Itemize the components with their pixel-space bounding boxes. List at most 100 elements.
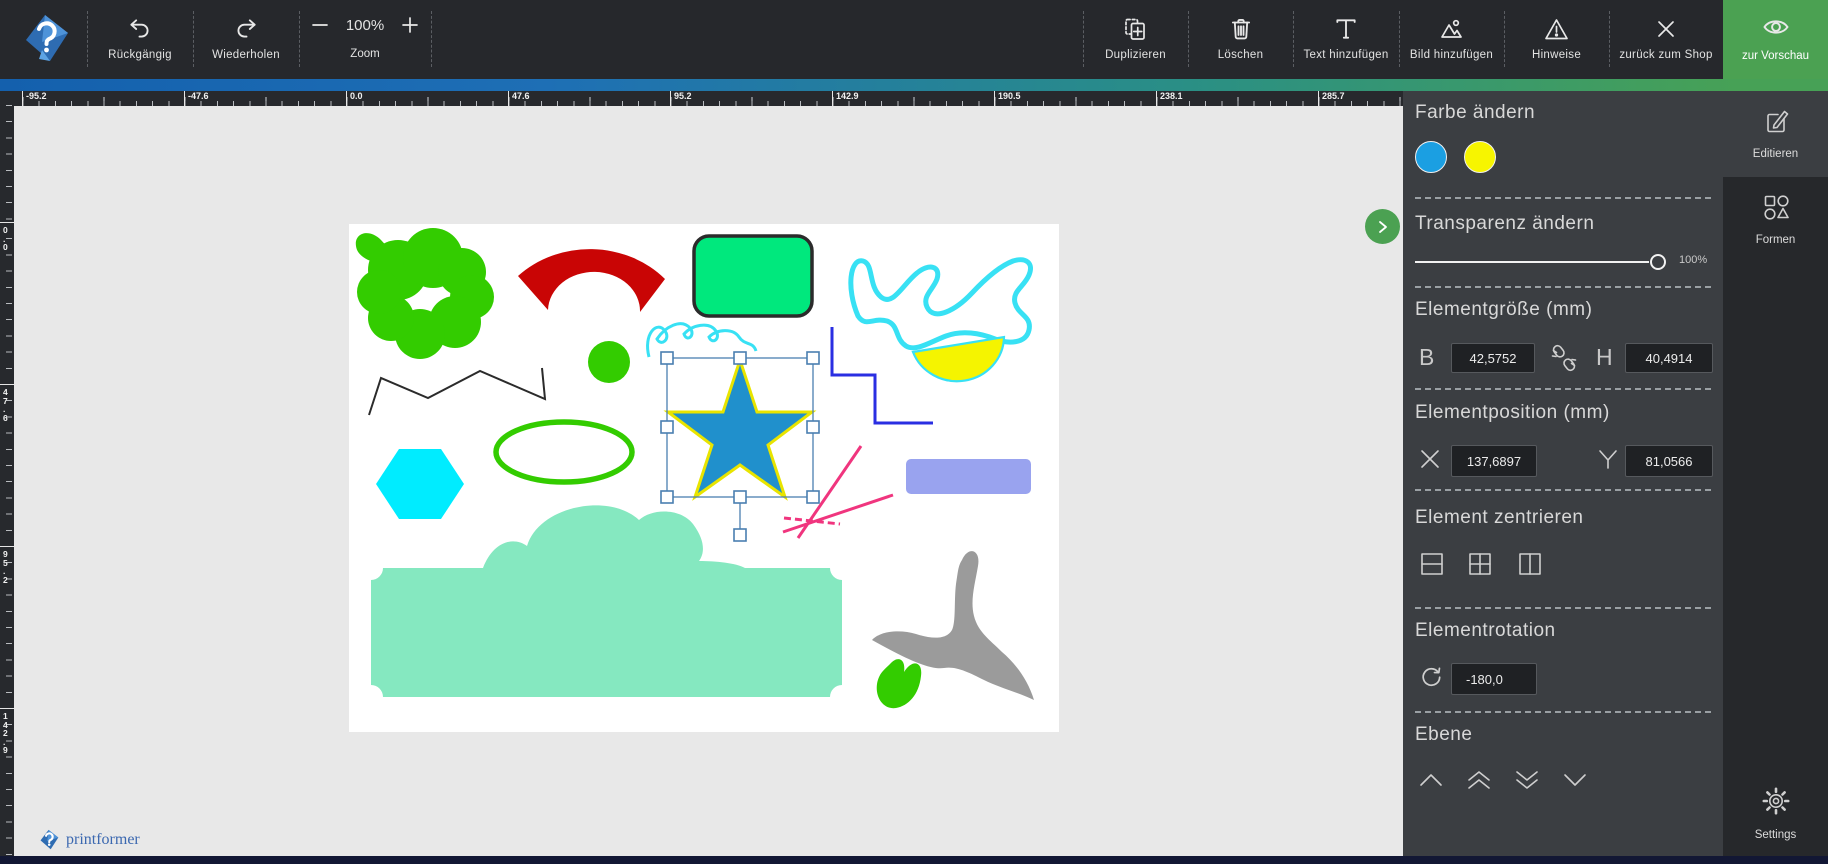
shapes-icon (1762, 193, 1790, 226)
center-horizontal-icon[interactable] (1419, 551, 1445, 582)
shape-rounded-rect[interactable] (694, 236, 812, 316)
toolbar-divider (431, 11, 432, 67)
separator (1415, 607, 1711, 609)
height-input[interactable] (1625, 343, 1713, 373)
delete-label: Löschen (1218, 49, 1264, 61)
separator (1415, 197, 1711, 199)
edit-icon (1762, 107, 1790, 140)
delete-button[interactable]: Löschen (1188, 0, 1293, 79)
redo-label: Wiederholen (212, 49, 280, 61)
zoom-in-button[interactable] (399, 14, 421, 41)
preview-button[interactable]: zur Vorschau (1723, 0, 1828, 79)
undo-icon (127, 13, 153, 45)
rotation-input[interactable] (1451, 663, 1537, 695)
layer-panel-title: Ebene (1415, 724, 1472, 746)
right-tab-bar: Editieren Formen (1723, 91, 1828, 856)
tab-shapes[interactable]: Formen (1723, 177, 1828, 263)
duplicate-button[interactable]: Duplizieren (1083, 0, 1188, 79)
brand-name: printformer (66, 831, 140, 849)
h-ruler-label: 47.6 (508, 91, 530, 106)
shapes-layer (344, 214, 1064, 742)
h-ruler-label: 95.2 (670, 91, 692, 106)
back-to-shop-button[interactable]: zurück zum Shop (1609, 0, 1723, 79)
width-letter: B (1419, 344, 1434, 371)
add-image-button[interactable]: Bild hinzufügen (1399, 0, 1504, 79)
v-ruler-tick (0, 384, 14, 385)
transparency-slider-track[interactable] (1415, 261, 1649, 263)
shape-lavender-rect[interactable] (906, 459, 1031, 494)
layer-backward-icon[interactable] (1513, 769, 1541, 796)
shape-red-fan[interactable] (518, 249, 665, 312)
printformer-logo-icon[interactable] (20, 12, 72, 66)
add-text-label: Text hinzufügen (1303, 49, 1388, 61)
center-vertical-icon[interactable] (1517, 551, 1543, 582)
h-ruler-label: -95.2 (22, 91, 47, 106)
h-ruler-label: 285.7 (1318, 91, 1345, 106)
shape-blue-star-selected[interactable] (668, 360, 812, 497)
color-panel-title: Farbe ändern (1415, 102, 1535, 124)
image-icon (1438, 13, 1465, 45)
top-toolbar: Rückgängig Wiederholen 100% Zoom (0, 0, 1828, 79)
shape-green-leaf[interactable] (877, 659, 922, 708)
canvas-area[interactable] (14, 106, 1403, 856)
separator (1415, 711, 1711, 713)
add-image-label: Bild hinzufügen (1410, 49, 1493, 61)
zoom-controls: 100% Zoom (299, 0, 431, 79)
v-ruler-label: 1 4 2 . 9 (3, 712, 8, 755)
color-swatch-yellow[interactable] (1464, 141, 1496, 173)
hints-button[interactable]: Hinweise (1504, 0, 1609, 79)
position-y-input[interactable] (1625, 445, 1713, 477)
accent-gradient-bar (0, 79, 1828, 91)
layer-forward-icon[interactable] (1465, 769, 1493, 796)
tab-shapes-label: Formen (1756, 234, 1796, 246)
shape-green-circle[interactable] (588, 341, 630, 383)
color-swatch-blue[interactable] (1415, 141, 1447, 173)
text-icon (1333, 13, 1359, 45)
link-broken-icon[interactable] (1549, 342, 1579, 379)
layer-to-front-icon[interactable] (1417, 769, 1445, 796)
layer-to-back-icon[interactable] (1561, 769, 1589, 796)
h-ruler-label: 190.5 (994, 91, 1021, 106)
rotation-handle (734, 529, 746, 541)
sidebar-collapse-button[interactable] (1365, 209, 1400, 244)
shape-green-ellipse[interactable] (496, 422, 632, 482)
horizontal-ruler: -95.2 -47.6 0.0 47.6 95.2 142.9 190.5 238.1 285.… (14, 91, 1403, 106)
separator (1415, 388, 1711, 390)
center-both-icon[interactable] (1467, 551, 1493, 582)
eye-icon (1761, 13, 1791, 46)
h-ruler-label: 142.9 (832, 91, 859, 106)
preview-label: zur Vorschau (1742, 50, 1809, 62)
rotate-icon[interactable] (1418, 664, 1444, 695)
position-x-input[interactable] (1451, 445, 1537, 477)
tab-settings-label: Settings (1755, 829, 1797, 841)
transparency-value: 100% (1679, 254, 1707, 266)
shape-blue-elbow-line[interactable] (832, 327, 933, 423)
trash-icon (1228, 13, 1254, 45)
tab-edit-label: Editieren (1753, 148, 1798, 160)
chevron-right-icon (1376, 220, 1390, 234)
h-ruler-label: 238.1 (1156, 91, 1183, 106)
undo-button[interactable]: Rückgängig (87, 0, 193, 79)
redo-button[interactable]: Wiederholen (193, 0, 299, 79)
width-input[interactable] (1451, 343, 1535, 373)
add-text-button[interactable]: Text hinzufügen (1293, 0, 1399, 79)
shape-mint-cloud[interactable] (371, 505, 842, 697)
shape-zigzag-line[interactable] (369, 368, 545, 415)
h-ruler-label: -47.6 (184, 91, 209, 106)
rotation-panel-title: Elementrotation (1415, 620, 1556, 642)
duplicate-icon (1122, 13, 1149, 45)
bottom-edge-bar (0, 856, 1828, 864)
transparency-title: Transparenz ändern (1415, 213, 1594, 235)
v-ruler-label: 0 . 0 (3, 226, 8, 252)
transparency-slider-knob[interactable] (1650, 254, 1666, 270)
printformer-editor: Rückgängig Wiederholen 100% Zoom (0, 0, 1828, 864)
shape-cyan-hexagon[interactable] (376, 449, 464, 519)
h-ruler-label: 0.0 (346, 91, 363, 106)
shape-pink-lines[interactable] (783, 446, 893, 538)
tab-settings[interactable]: Settings (1723, 770, 1828, 856)
shape-green-cloud[interactable] (356, 228, 494, 359)
y-axis-icon (1596, 447, 1620, 476)
shape-cyan-squiggle[interactable] (851, 260, 1031, 348)
tab-edit[interactable]: Editieren (1723, 91, 1828, 177)
printformer-footer-icon (38, 828, 60, 852)
